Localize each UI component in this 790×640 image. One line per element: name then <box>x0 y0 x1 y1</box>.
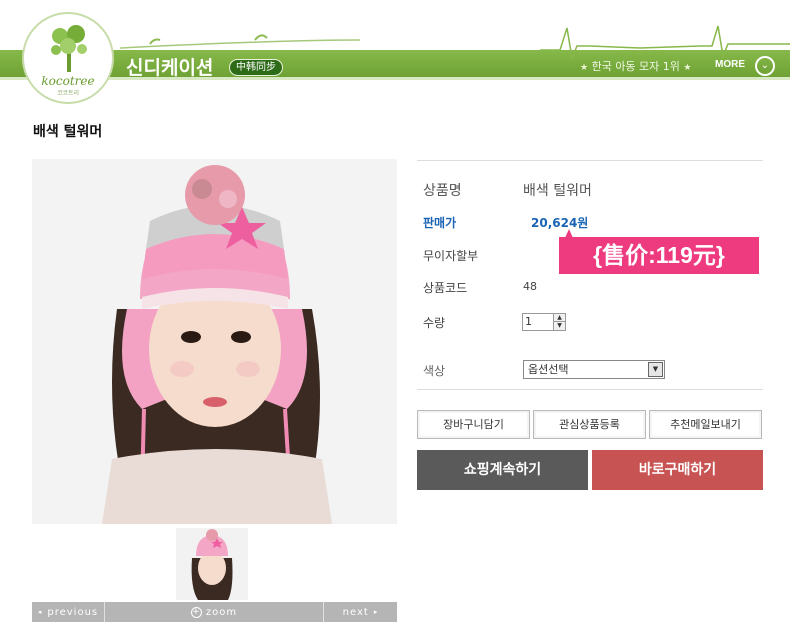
label-color: 색상 <box>423 364 446 378</box>
page-title: 배색 털워머 <box>33 124 103 140</box>
thumbnail-photo <box>176 528 248 600</box>
previous-button[interactable]: ◂ previous <box>32 602 105 622</box>
quantity-stepper[interactable]: ▲ ▼ <box>554 313 566 331</box>
product-thumbnail[interactable] <box>176 528 248 600</box>
header-tagline: ★ 한국 아동 모자 1위 ★ <box>580 58 691 74</box>
brand-logo[interactable]: kocotree 코코트리 <box>22 12 114 104</box>
add-to-wishlist-button[interactable]: 관심상품등록 <box>533 410 646 439</box>
info-divider-top <box>417 160 763 161</box>
label-price: 판매가 <box>423 216 457 230</box>
tree-icon <box>51 25 87 72</box>
color-select-value: 옵션선택 <box>528 363 569 376</box>
info-divider-bottom <box>417 389 763 390</box>
buy-now-button[interactable]: 바로구매하기 <box>592 450 763 490</box>
dropdown-arrow-icon[interactable]: ▼ <box>648 362 663 377</box>
zoom-button[interactable]: + zoom <box>105 602 324 622</box>
promo-price-sticker: {售价:119元} <box>559 237 759 274</box>
value-product-name: 배색 털워머 <box>523 183 592 199</box>
label-product-code: 상품코드 <box>423 281 468 295</box>
next-label: next <box>342 606 369 618</box>
brand-title: 신디케이션 <box>126 58 214 79</box>
label-quantity: 수량 <box>423 316 446 330</box>
next-button[interactable]: next ▸ <box>324 602 397 622</box>
color-select[interactable]: 옵션선택 ▼ <box>523 360 665 379</box>
product-photo <box>32 159 397 524</box>
previous-label: previous <box>47 606 99 618</box>
logo-text: kocotree <box>41 74 95 88</box>
gallery-nav-bar: ◂ previous + zoom next ▸ <box>32 602 397 622</box>
value-price: 20,624원 <box>531 216 589 230</box>
value-product-code: 48 <box>523 280 537 293</box>
chevron-right-icon: ▸ <box>373 608 379 616</box>
more-link[interactable]: MORE <box>715 59 745 70</box>
continue-shopping-button[interactable]: 쇼핑계속하기 <box>417 450 588 490</box>
zoom-plus-icon: + <box>190 606 202 618</box>
chevron-down-icon[interactable]: ⌄ <box>755 56 775 76</box>
stepper-up-icon[interactable]: ▲ <box>554 314 565 322</box>
brand-badge: 中韩同步 <box>229 59 283 76</box>
tagline-text: 한국 아동 모자 1위 <box>591 60 680 73</box>
label-product-name: 상품명 <box>423 183 462 199</box>
site-header: kocotree 코코트리 신디케이션 中韩同步 ★ 한국 아동 모자 1위 ★… <box>0 0 790 104</box>
stepper-down-icon[interactable]: ▼ <box>554 322 565 330</box>
quantity-input[interactable]: 1 <box>522 313 554 331</box>
star-icon: ★ <box>683 63 692 73</box>
logo-subtext: 코코트리 <box>56 90 80 97</box>
star-icon: ★ <box>580 63 589 73</box>
product-main-image[interactable] <box>32 159 397 524</box>
heartbeat-decoration <box>119 25 790 61</box>
zoom-label: zoom <box>205 606 238 618</box>
label-interest-free: 무이자할부 <box>423 249 479 263</box>
recommend-email-button[interactable]: 추천메일보내기 <box>649 410 762 439</box>
add-to-cart-button[interactable]: 장바구니담기 <box>417 410 530 439</box>
chevron-left-icon: ◂ <box>37 608 43 616</box>
